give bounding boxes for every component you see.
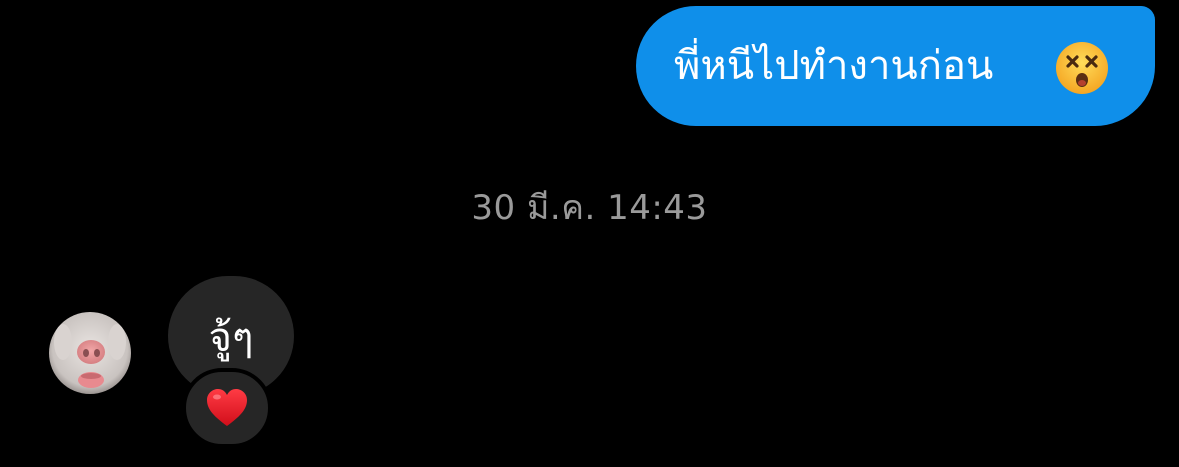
dizzy-face-icon	[1056, 42, 1108, 94]
message-timestamp: 30 มี.ค. 14:43	[471, 188, 708, 228]
received-message-text: จู้ๆ	[208, 315, 254, 361]
red-heart-icon	[207, 389, 247, 426]
sent-message-text: พี่หนีไปทำงานก่อน	[674, 43, 994, 89]
message-reaction[interactable]	[182, 368, 272, 448]
avatar[interactable]	[49, 312, 131, 394]
